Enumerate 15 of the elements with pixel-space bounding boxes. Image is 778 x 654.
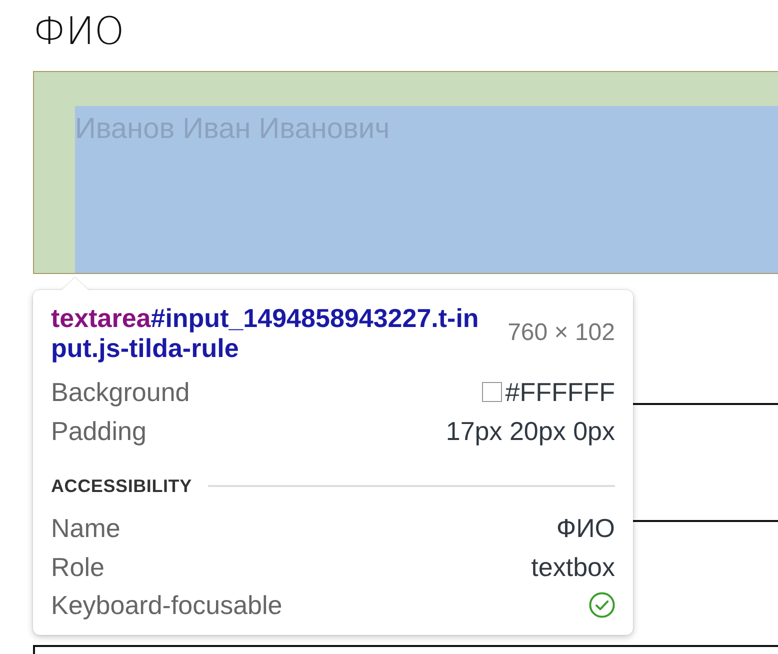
input-underline[interactable] [633,403,778,405]
property-label: Padding [51,416,146,446]
property-label: Role [51,552,104,582]
property-value: #FFFFFF [505,377,615,408]
element-selector: textarea#input_1494858943227.t-in put.js-tilda-rule [51,303,479,363]
property-label: Name [51,513,120,544]
section-heading: ACCESSIBILITY [51,475,192,498]
property-value: ФИО [556,513,615,544]
input-underline[interactable] [633,520,778,522]
property-value: textbox [531,552,615,582]
property-label: Keyboard-focusable [51,590,282,620]
field-label: ФИО [33,9,124,53]
element-size: 760 × 102 [508,318,615,348]
property-label: Background [51,377,190,408]
property-value: 17px 20px 0px [446,416,615,446]
